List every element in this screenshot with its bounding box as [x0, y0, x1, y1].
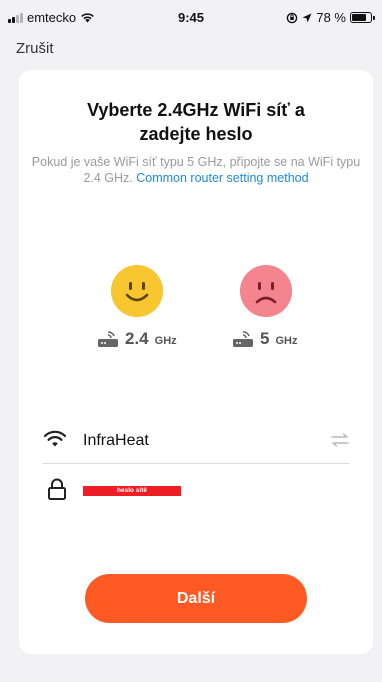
battery-icon — [350, 12, 375, 23]
band-5-value: 5 — [260, 329, 270, 348]
router-settings-link[interactable]: Common router setting method — [136, 171, 308, 185]
page-subtitle: Pokud je vaše WiFi síť typu 5 GHz, připo… — [19, 154, 373, 186]
band-5-unit: GHz — [275, 335, 298, 347]
cancel-button[interactable]: Zrušit — [16, 40, 54, 57]
location-arrow-icon — [302, 13, 312, 22]
band-2-4-unit: GHz — [154, 335, 177, 347]
wifi-icon — [43, 430, 67, 447]
battery-percent: 78 % — [316, 10, 346, 25]
lock-icon — [48, 478, 66, 500]
band-2-4ghz-label: 2.4 GHz — [97, 330, 177, 348]
happy-face-icon — [111, 265, 163, 317]
band-2-4-value: 2.4 — [125, 329, 149, 348]
next-button[interactable]: Další — [85, 574, 307, 623]
rotation-lock-icon — [287, 12, 298, 23]
wifi-network-row[interactable]: InfraHeat — [43, 420, 349, 464]
page-title: Vyberte 2.4GHz WiFi síť a zadejte heslo — [87, 100, 305, 144]
band-5ghz-label: 5 GHz — [232, 330, 297, 348]
router-icon — [233, 331, 253, 347]
status-bar: emtecko 9:45 78 % — [0, 0, 382, 36]
switch-network-icon[interactable] — [331, 433, 349, 447]
password-field[interactable]: heslo sítě — [43, 474, 349, 510]
password-redaction: heslo sítě — [83, 486, 181, 496]
router-icon — [98, 331, 118, 347]
sad-face-icon — [240, 265, 292, 317]
status-right: 78 % — [286, 10, 375, 25]
wifi-setup-card: Vyberte 2.4GHz WiFi síť a zadejte heslo … — [19, 70, 373, 654]
wifi-ssid-value: InfraHeat — [83, 432, 149, 449]
